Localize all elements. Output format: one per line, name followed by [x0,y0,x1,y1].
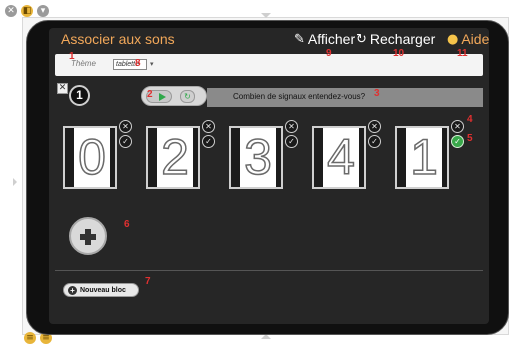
annotation-11: 11 [457,48,468,59]
annotation-6: 6 [124,219,130,230]
annotation-7: 7 [145,276,151,287]
divider [55,270,483,271]
aide-label: Aide [461,31,489,47]
card-face: 0 [74,128,110,187]
afficher-button[interactable]: ✎ Afficher [294,31,355,47]
check-icon[interactable]: ✓ [202,135,215,148]
close-icon[interactable]: ✕ [285,120,298,133]
annotation-3: 3 [374,88,380,99]
annotation-2: 2 [147,89,153,100]
card-frame: 1 [395,126,449,189]
play-icon [159,93,166,101]
replay-icon[interactable]: ↻ [180,90,195,103]
tablet-screen: Associer aux sons ✎ Afficher ↻ Recharger… [49,28,489,324]
answer-card[interactable]: 1 ✕ ✓ [395,120,464,190]
answer-card[interactable]: 2 ✕ ✓ [146,120,215,190]
annotation-10: 10 [393,48,405,59]
card-digit: 4 [326,129,355,185]
resize-left-icon[interactable] [13,178,17,186]
card-digit: 3 [243,129,272,185]
editor-stage: ✕ ◧ ▾ ≡ ≡ Associer aux sons ✎ Afficher ↻… [0,0,509,345]
chevron-down-icon[interactable]: ▾ [37,5,49,17]
card-frame: 0 [63,126,117,189]
close-icon[interactable]: ✕ [451,120,464,133]
afficher-label: Afficher [307,31,356,47]
aide-button[interactable]: ● Aide [447,31,489,47]
plus-icon [85,229,91,245]
close-block-icon[interactable]: ✕ [57,83,68,94]
annotation-4: 4 [467,114,473,125]
resize-top-icon[interactable] [261,13,271,18]
card-digit: 1 [409,129,438,185]
card-frame: 2 [146,126,200,189]
app-title: Associer aux sons [61,31,175,47]
theme-bar: Thème tablette ▾ [55,54,483,76]
recharger-button[interactable]: ↻ Recharger [356,31,435,47]
recharger-label: Recharger [369,31,436,47]
check-icon[interactable]: ✓ [285,135,298,148]
chevron-down-icon[interactable]: ▾ [150,60,154,68]
theme-select[interactable]: tablette [113,59,147,70]
answer-card[interactable]: 4 ✕ ✓ [312,120,381,190]
pencil-icon: ✎ [294,31,305,47]
new-block-button[interactable]: + Nouveau bloc [63,283,139,297]
layer-icon[interactable]: ≡ [24,332,36,344]
card-digit: 2 [160,129,189,185]
card-actions: ✕ ✓ [285,120,298,148]
annotation-1: 1 [69,51,75,62]
question-text: Combien de signaux entendez-vous? [233,92,366,101]
card-face: 3 [240,128,276,187]
plus-icon: + [68,285,77,295]
top-bar: Associer aux sons ✎ Afficher ↻ Recharger… [49,28,489,50]
answer-card[interactable]: 3 ✕ ✓ [229,120,298,190]
card-frame: 4 [312,126,366,189]
item-number: 1 [69,85,90,106]
new-block-label: Nouveau bloc [80,286,126,294]
lightbulb-icon: ● [447,31,459,47]
tablet-device: Associer aux sons ✎ Afficher ↻ Recharger… [26,20,509,335]
check-icon[interactable]: ✓ [368,135,381,148]
reload-icon: ↻ [356,31,367,47]
card-face: 1 [406,128,442,187]
answer-cards: 0 ✕ ✓ 2 ✕ ✓ 3 ✕ ✓ 4 ✕ ✓ 1 ✕ ✓ [49,120,489,194]
card-actions: ✕ ✓ [368,120,381,148]
card-actions: ✕ ✓ [202,120,215,148]
close-icon[interactable]: ✕ [368,120,381,133]
answer-card[interactable]: 0 ✕ ✓ [63,120,132,190]
check-icon[interactable]: ✓ [119,135,132,148]
close-editor-icon[interactable]: ✕ [5,5,17,17]
question-bar: Combien de signaux entendez-vous? [207,88,483,107]
annotation-8: 8 [135,58,141,69]
card-face: 2 [157,128,193,187]
check-icon[interactable]: ✓ [451,135,464,148]
card-frame: 3 [229,126,283,189]
annotation-9: 9 [326,48,332,59]
card-face: 4 [323,128,359,187]
card-actions: ✕ ✓ [119,120,132,148]
close-icon[interactable]: ✕ [119,120,132,133]
add-item-button[interactable] [69,217,107,255]
card-digit: 0 [77,129,106,185]
card-actions: ✕ ✓ [451,120,464,148]
close-icon[interactable]: ✕ [202,120,215,133]
annotation-5: 5 [467,133,473,144]
lock-icon[interactable]: ◧ [21,5,33,17]
